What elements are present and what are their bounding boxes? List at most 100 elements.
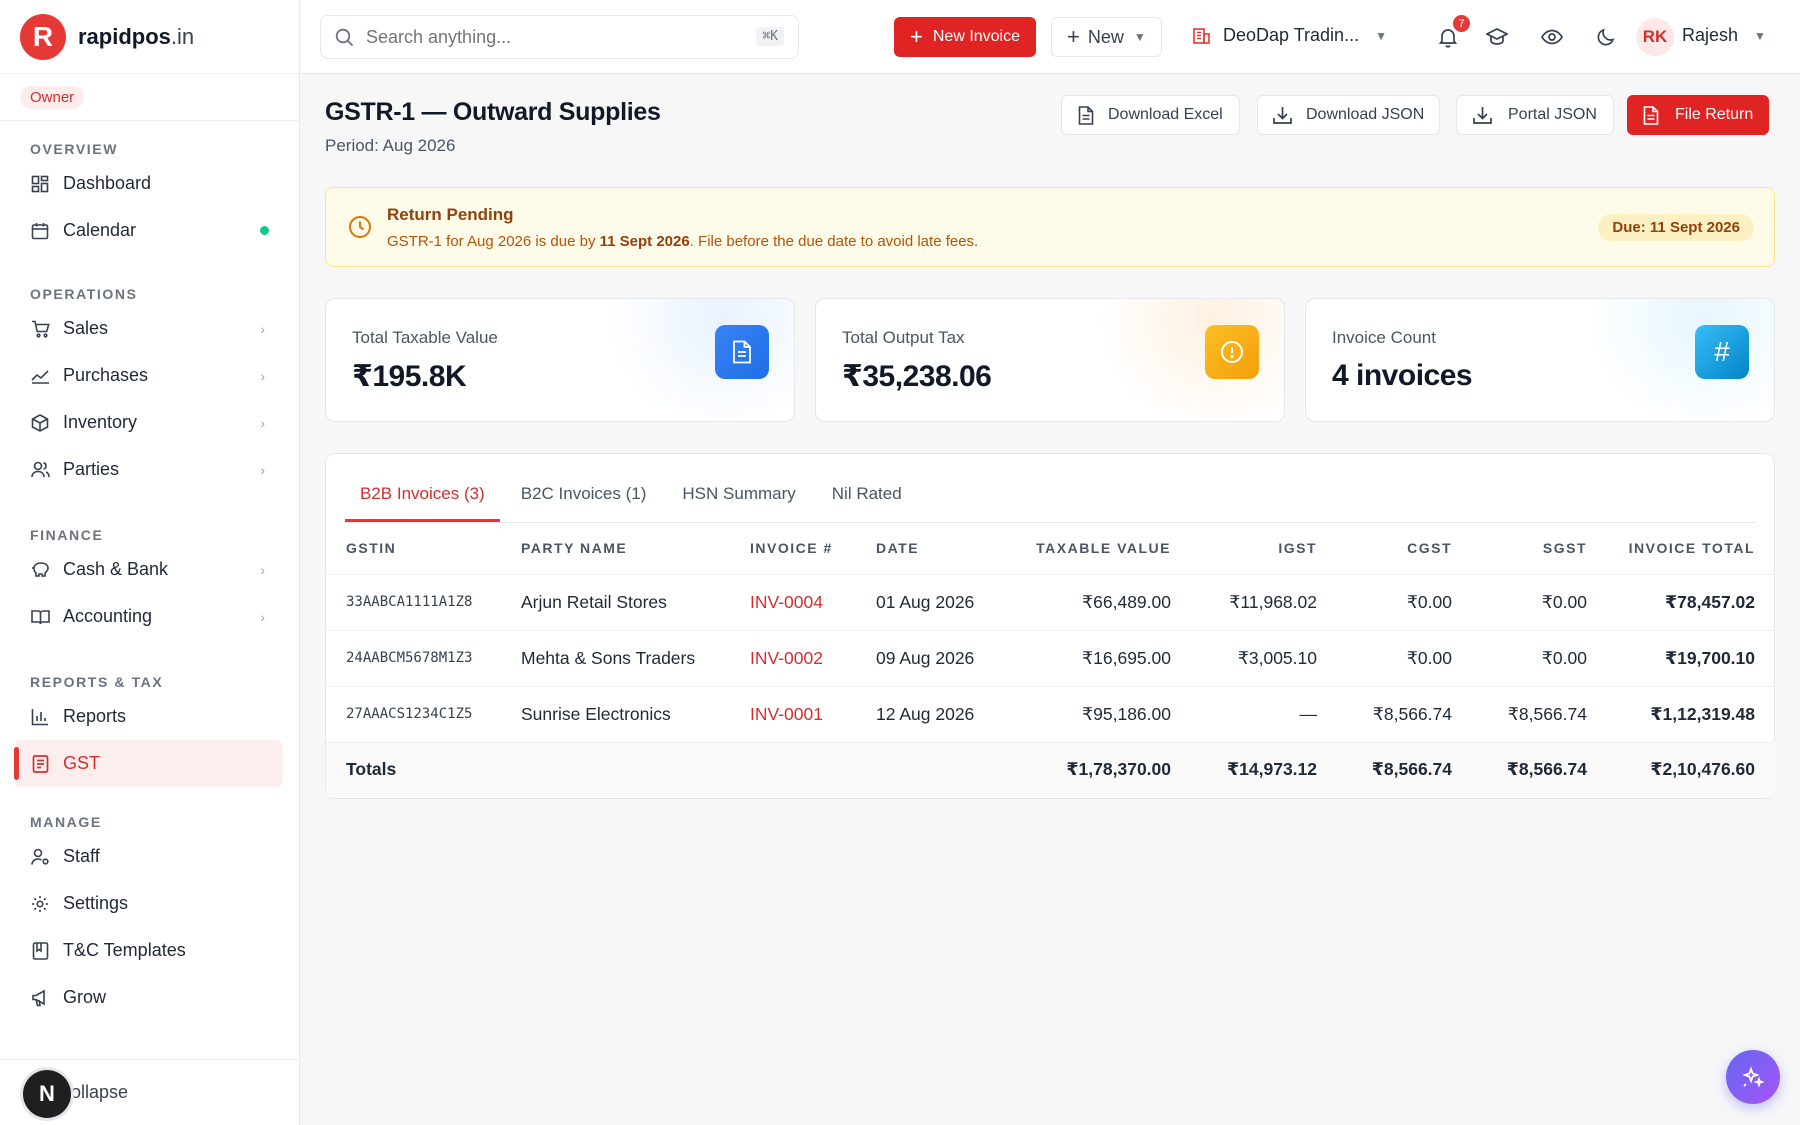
card-label: Invoice Count (1332, 328, 1436, 347)
due-badge: Due: 11 Sept 2026 (1598, 214, 1754, 241)
cell-gstin: 33AABCA1111A1Z8 (326, 574, 521, 631)
sidebar-item-label: Dashboard (63, 173, 152, 193)
tab-b2b[interactable]: B2B Invoices (3) (345, 484, 500, 522)
card-value: ₹35,238.06 (842, 360, 992, 393)
sidebar-item-inventory[interactable]: Inventory › (0, 399, 283, 446)
sidebar-item-label: Accounting (63, 606, 153, 626)
eye-icon[interactable] (1538, 23, 1566, 51)
sidebar-item-staff[interactable]: Staff (0, 833, 283, 880)
alert-circle-icon (1205, 325, 1259, 379)
brand-tld: .in (170, 23, 195, 49)
sidebar-item-sales[interactable]: Sales › (0, 305, 283, 352)
col-cgst[interactable]: CGST (1317, 523, 1452, 575)
alert-body: GSTR-1 for Aug 2026 is due by 11 Sept 20… (387, 233, 978, 250)
company-switcher[interactable]: DeoDap Tradin... ▼ (1192, 25, 1387, 46)
sidebar-item-calendar[interactable]: Calendar (0, 207, 283, 254)
dashboard-icon (30, 174, 50, 194)
cell-cgst: ₹0.00 (1317, 574, 1452, 631)
download-excel-button[interactable]: Download Excel (1061, 95, 1240, 135)
col-total[interactable]: INVOICE TOTAL (1587, 523, 1775, 575)
invoice-link[interactable]: INV-0002 (750, 630, 876, 687)
sidebar-item-label: Reports (63, 706, 127, 726)
sidebar-item-accounting[interactable]: Accounting › (0, 593, 283, 640)
invoice-link[interactable]: INV-0001 (750, 686, 876, 743)
sidebar-item-gst[interactable]: GST (14, 740, 283, 787)
search-box[interactable]: ⌘K (320, 15, 799, 59)
cell-taxable: ₹16,695.00 (1006, 630, 1171, 687)
sidebar-item-tc-templates[interactable]: T&C Templates (0, 927, 283, 974)
new-invoice-button[interactable]: + New Invoice (894, 17, 1037, 57)
sidebar: R rapidpos.in Owner OVERVIEW Dashboard C… (0, 0, 300, 1125)
tab-hsn[interactable]: HSN Summary (667, 484, 810, 522)
totals-label: Totals (326, 742, 521, 797)
ai-assistant-button[interactable] (1726, 1050, 1780, 1104)
download-json-button[interactable]: Download JSON (1257, 95, 1441, 135)
sidebar-item-label: T&C Templates (63, 940, 186, 960)
tab-nil[interactable]: Nil Rated (817, 484, 917, 522)
n-avatar-icon[interactable]: N (23, 1070, 71, 1118)
brand[interactable]: R rapidpos.in (0, 0, 299, 74)
col-date[interactable]: DATE (876, 523, 1006, 575)
file-return-button[interactable]: File Return (1627, 95, 1770, 135)
bell-icon[interactable]: 7 (1434, 15, 1470, 51)
moon-icon[interactable] (1592, 23, 1620, 51)
alert-due-date: 11 Sept 2026 (599, 233, 690, 250)
chevron-down-icon: ▼ (1133, 30, 1146, 44)
invoice-link[interactable]: INV-0004 (750, 574, 876, 631)
sidebar-item-label: Cash & Bank (63, 559, 169, 579)
col-taxable[interactable]: TAXABLE VALUE (1006, 523, 1171, 575)
empty-cell (750, 742, 876, 797)
file-icon (1643, 105, 1659, 125)
tab-b2c[interactable]: B2C Invoices (1) (506, 484, 662, 522)
sidebar-item-purchases[interactable]: Purchases › (0, 352, 283, 399)
sidebar-item-cash-bank[interactable]: Cash & Bank › (0, 546, 283, 593)
total-cgst: ₹8,566.74 (1317, 742, 1452, 797)
invoice-count-card: Invoice Count 4 invoices # (1305, 298, 1775, 422)
chevron-right-icon: › (260, 608, 265, 625)
cell-igst: ₹11,968.02 (1171, 574, 1317, 631)
total-igst: ₹14,973.12 (1171, 742, 1317, 797)
search-input[interactable] (366, 26, 726, 48)
bar-chart-icon (30, 707, 50, 727)
document-icon (30, 941, 50, 961)
cell-date: 01 Aug 2026 (876, 574, 1006, 631)
new-dropdown-button[interactable]: + New ▼ (1051, 17, 1162, 57)
avatar[interactable]: RK (1636, 18, 1674, 56)
cell-total: ₹1,12,319.48 (1587, 686, 1775, 743)
col-party[interactable]: PARTY NAME (521, 523, 750, 575)
sidebar-item-reports[interactable]: Reports (0, 693, 283, 740)
status-dot (260, 226, 269, 235)
empty-cell (876, 742, 1006, 797)
table-row[interactable]: 27AAACS1234C1Z5 Sunrise Electronics INV-… (326, 686, 1775, 743)
table-row[interactable]: 24AABCM5678M1Z3 Mehta & Sons Traders INV… (326, 630, 1775, 687)
cell-party: Mehta & Sons Traders (521, 630, 750, 687)
alert-body-suffix: . File before the due date to avoid late… (689, 233, 979, 250)
sidebar-item-parties[interactable]: Parties › (0, 446, 283, 493)
alert-title: Return Pending (387, 205, 514, 224)
file-return-label: File Return (1675, 106, 1754, 123)
sidebar-item-settings[interactable]: Settings (0, 880, 283, 927)
col-gstin[interactable]: GSTIN (326, 523, 521, 575)
cell-igst: — (1171, 686, 1317, 743)
portal-json-button[interactable]: Portal JSON (1456, 95, 1614, 135)
portal-json-label: Portal JSON (1508, 106, 1597, 123)
col-invoice[interactable]: INVOICE # (750, 523, 876, 575)
megaphone-icon (30, 988, 50, 1008)
role-row: Owner (0, 74, 299, 121)
graduation-cap-icon[interactable] (1483, 23, 1511, 51)
building-icon (1192, 26, 1211, 45)
calendar-icon (30, 221, 50, 241)
user-menu[interactable]: Rajesh ▼ (1682, 25, 1766, 46)
col-sgst[interactable]: SGST (1452, 523, 1587, 575)
sidebar-item-label: Settings (63, 893, 129, 913)
sidebar-item-grow[interactable]: Grow (0, 974, 283, 1021)
receipt-icon (30, 754, 50, 774)
sidebar-item-dashboard[interactable]: Dashboard (0, 160, 283, 207)
nav-section-operations: OPERATIONS (30, 286, 138, 302)
card-label: Total Output Tax (842, 328, 965, 347)
col-igst[interactable]: IGST (1171, 523, 1317, 575)
table-row[interactable]: 33AABCA1111A1Z8 Arjun Retail Stores INV-… (326, 574, 1775, 631)
page-title: GSTR-1 — Outward Supplies (325, 98, 661, 126)
collapse-button[interactable]: Collapse N (0, 1059, 300, 1125)
empty-cell (521, 742, 750, 797)
